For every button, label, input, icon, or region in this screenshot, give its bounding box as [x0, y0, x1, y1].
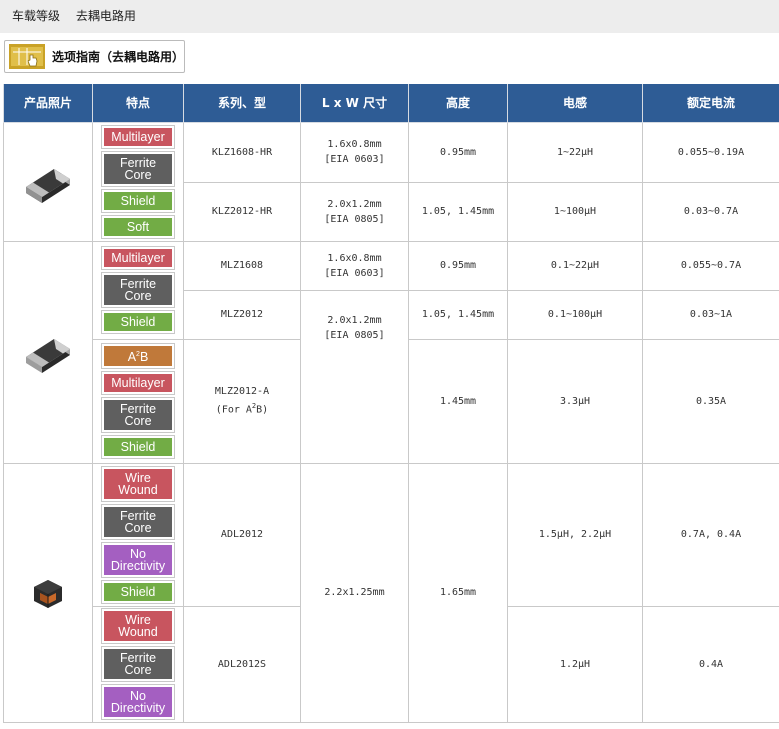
inductance-cell: 3.3μH — [507, 338, 643, 464]
series-cell[interactable]: ADL2012 — [183, 462, 301, 607]
series-link[interactable]: KLZ2012-HR — [212, 206, 272, 217]
feature-badge-wire-wound: Wire Wound — [101, 465, 175, 502]
series-link[interactable]: ADL2012S — [218, 659, 266, 670]
series-link[interactable]: ADL2012 — [221, 529, 263, 540]
feature-badges-cell: Wire Wound Ferrite Core No Directivity S… — [92, 462, 184, 607]
feature-badges-cell: Multilayer Ferrite Core Shield Soft — [92, 121, 184, 242]
feature-badge-a2b: A2B — [101, 342, 175, 370]
height-cell: 1.05, 1.45mm — [408, 289, 508, 340]
feature-badge-shield: Shield — [101, 310, 175, 334]
chip-inductor-image — [26, 339, 70, 373]
breadcrumb-item-vehicle-grade[interactable]: 车载等级 — [12, 9, 60, 23]
series-cell[interactable]: KLZ1608-HR — [183, 121, 301, 183]
header-series: 系列、型 — [183, 84, 301, 123]
inductance-cell: 1~100μH — [507, 181, 643, 242]
size-cell: 2.2x1.25mm — [300, 462, 409, 723]
header-height: 高度 — [408, 84, 508, 123]
feature-badge-multilayer: Multilayer — [101, 371, 175, 396]
series-link[interactable]: MLZ1608 — [221, 260, 263, 271]
feature-badge-ferrite-core: Ferrite Core — [101, 503, 175, 540]
product-table: 产品照片 特点 系列、型 L x W 尺寸 高度 电感 额定电流 Multila… — [3, 84, 779, 723]
table-row: Multilayer Ferrite Core Shield MLZ1608 1… — [3, 240, 779, 464]
series-cell[interactable]: MLZ1608 — [183, 240, 301, 291]
chip-inductor-image — [26, 168, 70, 203]
feature-badge-multilayer: Multilayer — [101, 124, 175, 149]
size-cell: 2.0x1.2mm [EIA 0805] — [300, 181, 409, 242]
size-cell: 1.6x0.8mm [EIA 0603] — [300, 240, 409, 291]
current-cell: 0.7A, 0.4A — [642, 462, 779, 607]
inductance-cell: 0.1~22μH — [507, 240, 643, 291]
series-link[interactable]: MLZ2012 — [221, 309, 263, 320]
inductance-cell: 0.1~100μH — [507, 289, 643, 340]
feature-badge-multilayer: Multilayer — [101, 246, 175, 270]
series-note: (For A2B) — [215, 402, 269, 416]
height-cell: 0.95mm — [408, 121, 508, 183]
option-guide-button[interactable]: 选项指南（去耦电路用） — [4, 40, 185, 73]
inductance-cell: 1.5μH, 2.2μH — [507, 462, 643, 607]
product-photo-cell — [3, 121, 93, 242]
series-cell[interactable]: MLZ2012 — [183, 289, 301, 340]
feature-badge-wire-wound: Wire Wound — [101, 608, 175, 644]
pointing-hand-icon — [9, 44, 45, 69]
current-cell: 0.03~1A — [642, 289, 779, 340]
height-cell: 0.95mm — [408, 240, 508, 291]
header-inductance: 电感 — [507, 84, 643, 123]
table-row: Multilayer Ferrite Core Shield Soft KLZ1… — [3, 121, 779, 242]
height-cell: 1.45mm — [408, 338, 508, 464]
product-photo-cell — [3, 462, 93, 723]
feature-badge-ferrite-core: Ferrite Core — [101, 397, 175, 434]
table-header-row: 产品照片 特点 系列、型 L x W 尺寸 高度 电感 额定电流 — [3, 84, 779, 123]
header-photo: 产品照片 — [3, 84, 93, 123]
option-guide-label: 选项指南（去耦电路用） — [52, 50, 185, 64]
current-cell: 0.35A — [642, 338, 779, 464]
feature-badge-no-directivity: No Directivity — [101, 541, 175, 578]
feature-badge-soft: Soft — [101, 214, 175, 239]
series-link[interactable]: KLZ1608-HR — [212, 147, 272, 158]
feature-badge-shield: Shield — [101, 435, 175, 460]
feature-badges-cell: Wire Wound Ferrite Core No Directivity — [92, 605, 184, 723]
header-current: 额定电流 — [642, 84, 779, 123]
feature-badge-shield: Shield — [101, 579, 175, 604]
feature-badge-ferrite-core: Ferrite Core — [101, 150, 175, 187]
feature-badge-ferrite-core: Ferrite Core — [101, 646, 175, 682]
current-cell: 0.4A — [642, 605, 779, 723]
size-cell: 1.6x0.8mm [EIA 0603] — [300, 121, 409, 183]
feature-badges-cell: A2B Multilayer Ferrite Core Shield — [92, 338, 184, 464]
wire-wound-inductor-image — [34, 579, 62, 608]
current-cell: 0.03~0.7A — [642, 181, 779, 242]
breadcrumb-item-decoupling[interactable]: 去耦电路用 — [76, 9, 136, 23]
feature-badge-ferrite-core: Ferrite Core — [101, 272, 175, 308]
product-photo-cell — [3, 240, 93, 464]
inductance-cell: 1~22μH — [507, 121, 643, 183]
height-cell: 1.05, 1.45mm — [408, 181, 508, 242]
feature-badge-shield: Shield — [101, 188, 175, 213]
feature-badge-no-directivity: No Directivity — [101, 684, 175, 720]
breadcrumb: 车载等级 去耦电路用 — [0, 0, 779, 33]
series-link[interactable]: MLZ2012-A — [184, 384, 300, 399]
header-features: 特点 — [92, 84, 184, 123]
current-cell: 0.055~0.7A — [642, 240, 779, 291]
table-row: Wire Wound Ferrite Core No Directivity S… — [3, 462, 779, 723]
series-cell[interactable]: ADL2012S — [183, 605, 301, 723]
header-size: L x W 尺寸 — [300, 84, 409, 123]
series-cell[interactable]: MLZ2012-A (For A2B) — [183, 338, 301, 464]
series-cell[interactable]: KLZ2012-HR — [183, 181, 301, 242]
size-cell: 2.0x1.2mm [EIA 0805] — [300, 289, 409, 464]
current-cell: 0.055~0.19A — [642, 121, 779, 183]
feature-badges-cell: Multilayer Ferrite Core Shield — [92, 240, 184, 340]
height-cell: 1.65mm — [408, 462, 508, 723]
inductance-cell: 1.2μH — [507, 605, 643, 723]
